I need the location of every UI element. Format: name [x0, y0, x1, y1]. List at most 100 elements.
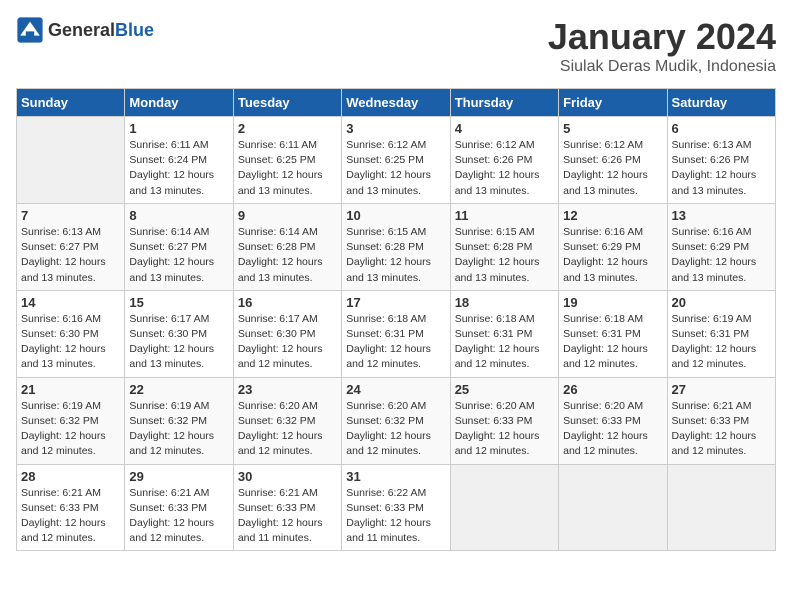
day-number: 1	[129, 121, 228, 136]
day-info: Sunrise: 6:11 AM Sunset: 6:25 PM Dayligh…	[238, 138, 337, 199]
calendar-week-2: 7 Sunrise: 6:13 AM Sunset: 6:27 PM Daylig…	[17, 203, 776, 290]
day-number: 23	[238, 382, 337, 397]
header: GeneralBlue January 2024 Siulak Deras Mu…	[16, 16, 776, 76]
day-info: Sunrise: 6:18 AM Sunset: 6:31 PM Dayligh…	[346, 312, 445, 373]
day-info: Sunrise: 6:20 AM Sunset: 6:33 PM Dayligh…	[455, 399, 554, 460]
day-number: 22	[129, 382, 228, 397]
day-info: Sunrise: 6:21 AM Sunset: 6:33 PM Dayligh…	[238, 486, 337, 547]
logo: GeneralBlue	[16, 16, 154, 44]
weekday-header-sunday: Sunday	[17, 89, 125, 117]
day-info: Sunrise: 6:13 AM Sunset: 6:27 PM Dayligh…	[21, 225, 120, 286]
calendar-cell: 5Sunrise: 6:12 AM Sunset: 6:26 PM Daylig…	[559, 117, 667, 204]
calendar-cell: 9 Sunrise: 6:14 AM Sunset: 6:28 PM Daylig…	[233, 203, 341, 290]
calendar-cell: 4Sunrise: 6:12 AM Sunset: 6:26 PM Daylig…	[450, 117, 558, 204]
calendar-week-3: 14Sunrise: 6:16 AM Sunset: 6:30 PM Dayli…	[17, 290, 776, 377]
day-info: Sunrise: 6:17 AM Sunset: 6:30 PM Dayligh…	[129, 312, 228, 373]
calendar-cell: 17 Sunrise: 6:18 AM Sunset: 6:31 PM Dayli…	[342, 290, 450, 377]
calendar-cell: 30 Sunrise: 6:21 AM Sunset: 6:33 PM Dayli…	[233, 464, 341, 551]
logo-text: GeneralBlue	[48, 20, 154, 41]
day-number: 20	[672, 295, 771, 310]
day-number: 10	[346, 208, 445, 223]
day-info: Sunrise: 6:21 AM Sunset: 6:33 PM Dayligh…	[129, 486, 228, 547]
calendar-cell: 24 Sunrise: 6:20 AM Sunset: 6:32 PM Dayli…	[342, 377, 450, 464]
day-info: Sunrise: 6:16 AM Sunset: 6:30 PM Dayligh…	[21, 312, 120, 373]
day-info: Sunrise: 6:22 AM Sunset: 6:33 PM Dayligh…	[346, 486, 445, 547]
day-number: 15	[129, 295, 228, 310]
day-info: Sunrise: 6:14 AM Sunset: 6:27 PM Dayligh…	[129, 225, 228, 286]
weekday-header-row: SundayMondayTuesdayWednesdayThursdayFrid…	[17, 89, 776, 117]
logo-blue: Blue	[115, 20, 154, 40]
day-number: 11	[455, 208, 554, 223]
calendar-cell	[450, 464, 558, 551]
day-number: 16	[238, 295, 337, 310]
day-info: Sunrise: 6:12 AM Sunset: 6:25 PM Dayligh…	[346, 138, 445, 199]
title-area: January 2024 Siulak Deras Mudik, Indones…	[548, 16, 776, 76]
calendar-week-4: 21Sunrise: 6:19 AM Sunset: 6:32 PM Dayli…	[17, 377, 776, 464]
calendar-cell: 27 Sunrise: 6:21 AM Sunset: 6:33 PM Dayli…	[667, 377, 775, 464]
calendar-cell: 11 Sunrise: 6:15 AM Sunset: 6:28 PM Dayli…	[450, 203, 558, 290]
day-info: Sunrise: 6:18 AM Sunset: 6:31 PM Dayligh…	[455, 312, 554, 373]
calendar-cell: 28 Sunrise: 6:21 AM Sunset: 6:33 PM Dayli…	[17, 464, 125, 551]
calendar-cell: 13Sunrise: 6:16 AM Sunset: 6:29 PM Dayli…	[667, 203, 775, 290]
day-number: 31	[346, 469, 445, 484]
calendar-cell: 7 Sunrise: 6:13 AM Sunset: 6:27 PM Daylig…	[17, 203, 125, 290]
calendar-week-5: 28 Sunrise: 6:21 AM Sunset: 6:33 PM Dayli…	[17, 464, 776, 551]
day-info: Sunrise: 6:21 AM Sunset: 6:33 PM Dayligh…	[672, 399, 771, 460]
day-info: Sunrise: 6:16 AM Sunset: 6:29 PM Dayligh…	[672, 225, 771, 286]
day-number: 6	[672, 121, 771, 136]
day-number: 30	[238, 469, 337, 484]
calendar-cell: 8Sunrise: 6:14 AM Sunset: 6:27 PM Daylig…	[125, 203, 233, 290]
calendar-cell: 3Sunrise: 6:12 AM Sunset: 6:25 PM Daylig…	[342, 117, 450, 204]
calendar-cell: 18Sunrise: 6:18 AM Sunset: 6:31 PM Dayli…	[450, 290, 558, 377]
day-info: Sunrise: 6:21 AM Sunset: 6:33 PM Dayligh…	[21, 486, 120, 547]
day-info: Sunrise: 6:18 AM Sunset: 6:31 PM Dayligh…	[563, 312, 662, 373]
day-info: Sunrise: 6:14 AM Sunset: 6:28 PM Dayligh…	[238, 225, 337, 286]
calendar-cell	[667, 464, 775, 551]
day-number: 12	[563, 208, 662, 223]
calendar-cell: 19 Sunrise: 6:18 AM Sunset: 6:31 PM Dayli…	[559, 290, 667, 377]
calendar-cell: 6 Sunrise: 6:13 AM Sunset: 6:26 PM Daylig…	[667, 117, 775, 204]
day-number: 2	[238, 121, 337, 136]
day-info: Sunrise: 6:19 AM Sunset: 6:31 PM Dayligh…	[672, 312, 771, 373]
day-number: 17	[346, 295, 445, 310]
day-number: 9	[238, 208, 337, 223]
calendar-cell: 31 Sunrise: 6:22 AM Sunset: 6:33 PM Dayli…	[342, 464, 450, 551]
day-info: Sunrise: 6:15 AM Sunset: 6:28 PM Dayligh…	[455, 225, 554, 286]
day-number: 26	[563, 382, 662, 397]
calendar-cell: 25 Sunrise: 6:20 AM Sunset: 6:33 PM Dayli…	[450, 377, 558, 464]
day-number: 5	[563, 121, 662, 136]
day-info: Sunrise: 6:11 AM Sunset: 6:24 PM Dayligh…	[129, 138, 228, 199]
calendar-week-1: 1 Sunrise: 6:11 AM Sunset: 6:24 PM Daylig…	[17, 117, 776, 204]
calendar-cell: 1 Sunrise: 6:11 AM Sunset: 6:24 PM Daylig…	[125, 117, 233, 204]
calendar-cell: 29Sunrise: 6:21 AM Sunset: 6:33 PM Dayli…	[125, 464, 233, 551]
day-number: 25	[455, 382, 554, 397]
calendar-cell: 21Sunrise: 6:19 AM Sunset: 6:32 PM Dayli…	[17, 377, 125, 464]
calendar-cell: 26Sunrise: 6:20 AM Sunset: 6:33 PM Dayli…	[559, 377, 667, 464]
logo-general: General	[48, 20, 115, 40]
day-number: 28	[21, 469, 120, 484]
day-info: Sunrise: 6:17 AM Sunset: 6:30 PM Dayligh…	[238, 312, 337, 373]
logo-icon	[16, 16, 44, 44]
day-number: 7	[21, 208, 120, 223]
weekday-header-saturday: Saturday	[667, 89, 775, 117]
day-info: Sunrise: 6:20 AM Sunset: 6:32 PM Dayligh…	[238, 399, 337, 460]
calendar-cell: 15 Sunrise: 6:17 AM Sunset: 6:30 PM Dayli…	[125, 290, 233, 377]
day-info: Sunrise: 6:13 AM Sunset: 6:26 PM Dayligh…	[672, 138, 771, 199]
day-info: Sunrise: 6:19 AM Sunset: 6:32 PM Dayligh…	[129, 399, 228, 460]
calendar-cell: 16 Sunrise: 6:17 AM Sunset: 6:30 PM Dayli…	[233, 290, 341, 377]
day-number: 24	[346, 382, 445, 397]
day-number: 19	[563, 295, 662, 310]
weekday-header-tuesday: Tuesday	[233, 89, 341, 117]
day-number: 27	[672, 382, 771, 397]
day-info: Sunrise: 6:20 AM Sunset: 6:32 PM Dayligh…	[346, 399, 445, 460]
calendar-cell: 10Sunrise: 6:15 AM Sunset: 6:28 PM Dayli…	[342, 203, 450, 290]
calendar-cell	[17, 117, 125, 204]
calendar-subtitle: Siulak Deras Mudik, Indonesia	[548, 58, 776, 76]
weekday-header-thursday: Thursday	[450, 89, 558, 117]
calendar-cell	[559, 464, 667, 551]
calendar-cell: 23 Sunrise: 6:20 AM Sunset: 6:32 PM Dayli…	[233, 377, 341, 464]
calendar-cell: 22 Sunrise: 6:19 AM Sunset: 6:32 PM Dayli…	[125, 377, 233, 464]
calendar-title: January 2024	[548, 16, 776, 58]
calendar-cell: 20 Sunrise: 6:19 AM Sunset: 6:31 PM Dayli…	[667, 290, 775, 377]
calendar-cell: 12Sunrise: 6:16 AM Sunset: 6:29 PM Dayli…	[559, 203, 667, 290]
